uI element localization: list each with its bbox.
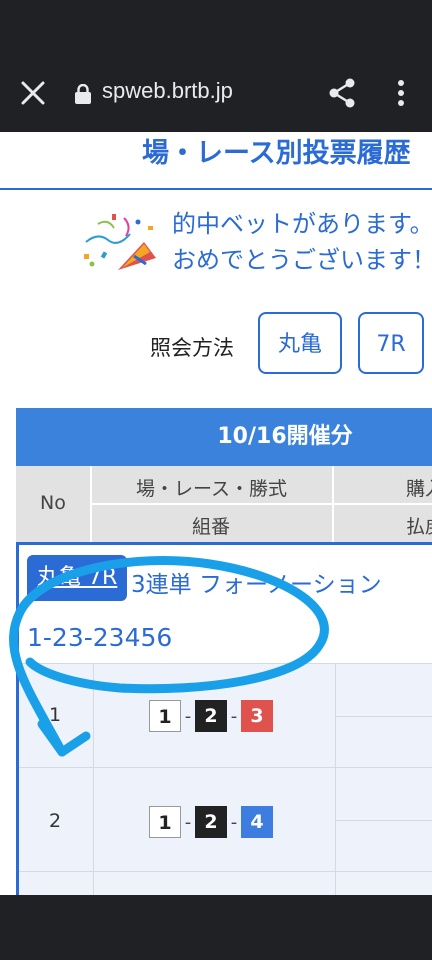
share-icon[interactable] xyxy=(328,78,356,108)
table-row xyxy=(19,871,432,895)
close-icon[interactable] xyxy=(20,80,46,106)
page-title: 場・レース別投票履歴 xyxy=(142,138,411,169)
number-combination: 1 - 2 - 4 xyxy=(149,806,273,838)
combination-text: 1-23-23456 xyxy=(27,623,173,652)
date-header: 10/16開催分 xyxy=(16,408,432,466)
race-select-button[interactable]: 7R xyxy=(358,312,424,374)
boat-number: 3 xyxy=(241,700,273,732)
browser-toolbar: spweb.brtb.jp xyxy=(0,56,432,132)
boat-number: 1 xyxy=(149,806,181,838)
navigation-bar xyxy=(0,895,432,960)
race-badge[interactable]: 丸亀 7R xyxy=(27,555,128,601)
hit-message-line2: おめでとうございます！ xyxy=(172,246,432,274)
boat-number: 4 xyxy=(241,806,273,838)
boat-number: 2 xyxy=(195,700,227,732)
inquiry-method-label: 照会方法 xyxy=(150,336,234,360)
bet-entry: 丸亀 7R 3連単 フォーメーション 1-23-23456 1 1 - 2 - … xyxy=(16,542,432,895)
table-row: 2 1 - 2 - 4 xyxy=(19,767,432,872)
status-bar xyxy=(0,0,432,56)
col-race-type: 場・レース・勝式 xyxy=(136,478,288,500)
boat-number: 2 xyxy=(195,806,227,838)
boat-number: 1 xyxy=(149,700,181,732)
col-no: No xyxy=(40,492,66,514)
page-content: 場・レース別投票履歴 的中ベットがあります。 おめでとうございます！ 照会方法 … xyxy=(0,132,432,895)
col-combination: 組番 xyxy=(192,516,231,538)
number-combination: 1 - 2 - 3 xyxy=(149,700,273,732)
lock-icon xyxy=(75,84,91,104)
row-number: 2 xyxy=(48,810,62,832)
party-popper-icon xyxy=(84,214,156,270)
title-divider xyxy=(0,188,432,190)
hit-message-line1: 的中ベットがあります。 xyxy=(172,210,432,238)
hit-message: 的中ベットがあります。 おめでとうございます！ xyxy=(172,206,432,278)
col-payout: 払戻 xyxy=(406,516,432,538)
row-number: 1 xyxy=(48,704,62,726)
url-text[interactable]: spweb.brtb.jp xyxy=(102,78,233,104)
more-options-icon[interactable] xyxy=(394,78,408,108)
table-header: No 場・レース・勝式 組番 購入 払戻 xyxy=(16,466,432,542)
col-purchase: 購入 xyxy=(406,478,432,500)
venue-select-button[interactable]: 丸亀 xyxy=(258,312,342,374)
table-row: 1 1 - 2 - 3 xyxy=(19,663,432,768)
bet-type: 3連単 フォーメーション xyxy=(131,572,382,598)
